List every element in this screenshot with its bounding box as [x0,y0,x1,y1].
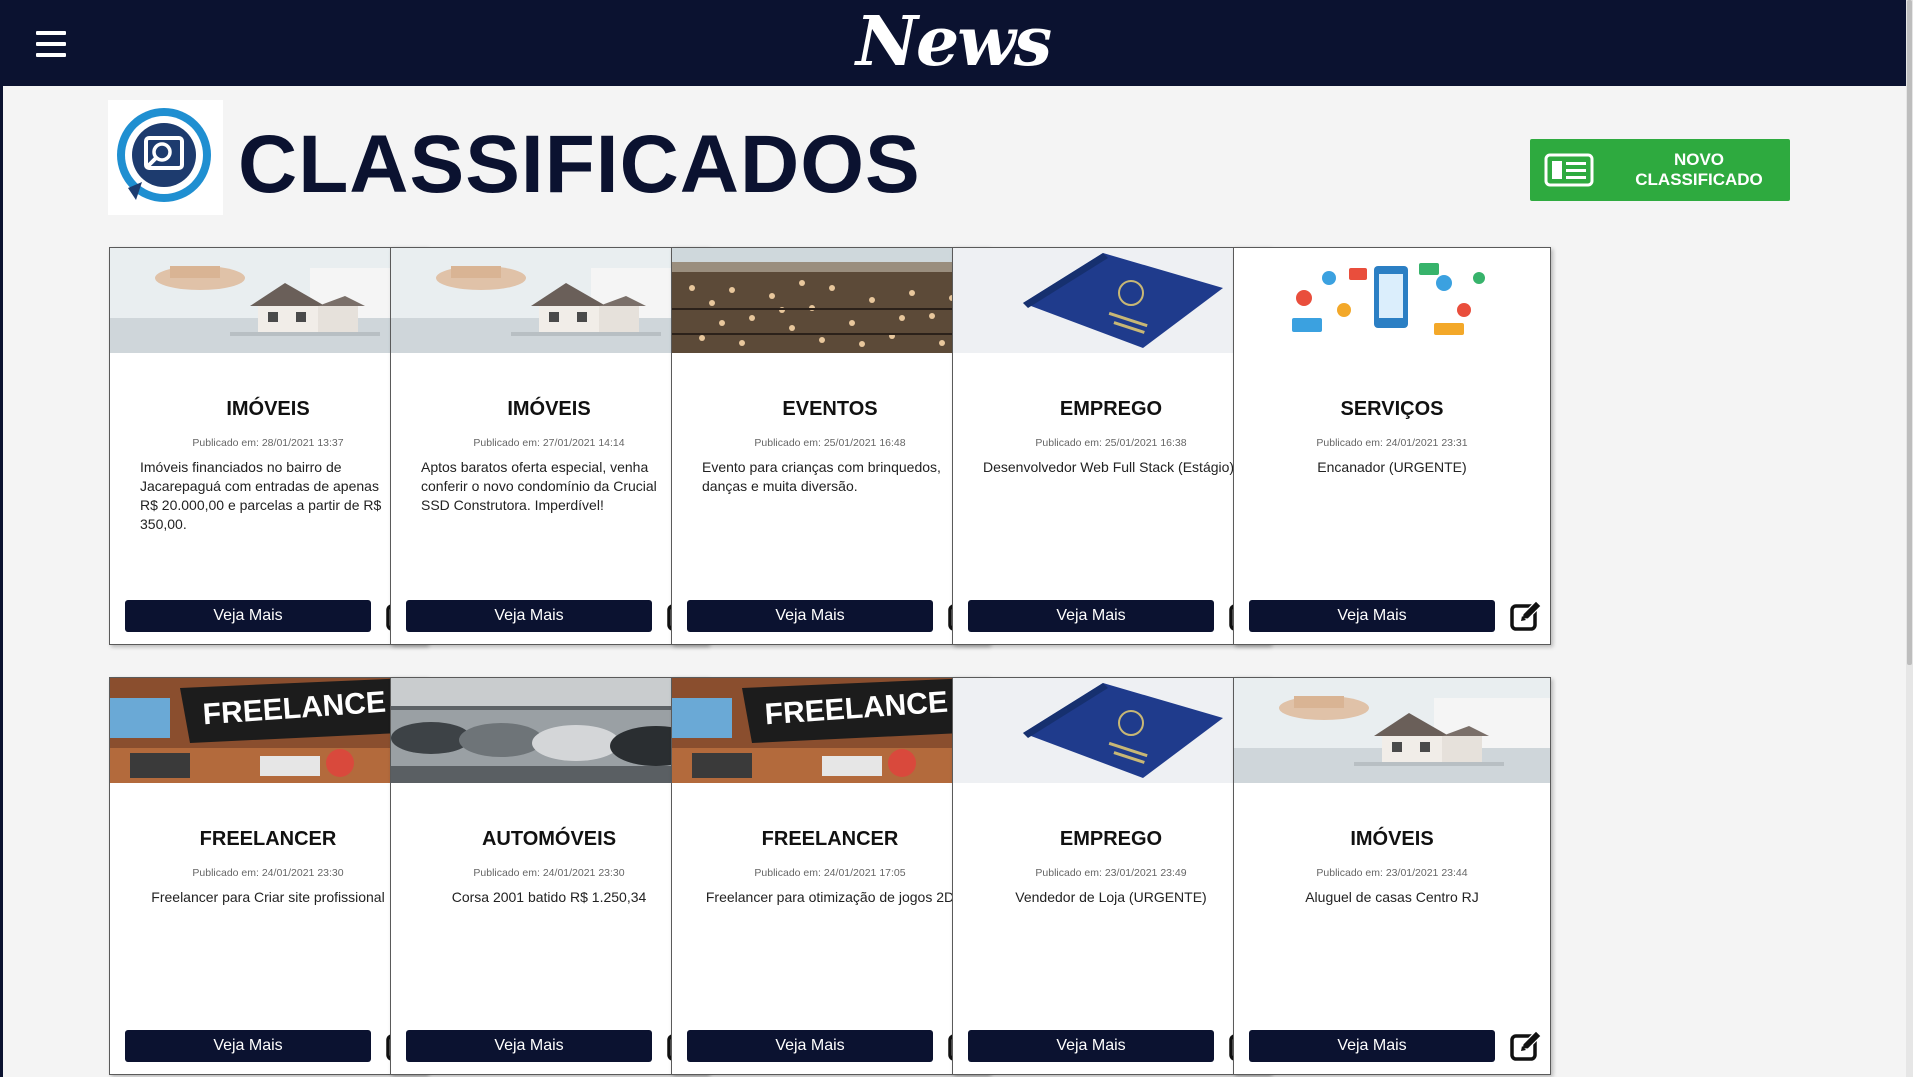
card-category: IMÓVEIS [507,398,591,420]
top-navbar: News [0,0,1906,86]
card-description: Aluguel de casas Centro RJ [1305,889,1479,905]
veja-mais-button[interactable]: Veja Mais [687,1030,933,1062]
card-description: Vendedor de Loja (URGENTE) [1015,889,1207,905]
card-category: IMÓVEIS [1350,828,1434,850]
card-date: Publicado em: 24/01/2021 23:30 [473,867,625,879]
veja-mais-button[interactable]: Veja Mais [968,600,1214,632]
classified-card[interactable]: FREELANCER Publicado em: 24/01/2021 23:30… [109,677,427,1075]
card-category: IMÓVEIS [226,398,310,420]
veja-mais-button[interactable]: Veja Mais [687,600,933,632]
card-description: Aptos baratos oferta especial, venha con… [421,459,657,513]
card-category: EMPREGO [1059,828,1163,850]
freelance-image [672,678,988,783]
card-description: Imóveis financiados no bairro de Jacarep… [140,459,382,532]
veja-mais-button[interactable]: Veja Mais [406,1030,652,1062]
card-date: Publicado em: 23/01/2021 23:49 [1035,867,1187,879]
card-category: EVENTOS [782,398,878,420]
classified-card[interactable]: EMPREGO Publicado em: 23/01/2021 23:49 Ven… [952,677,1270,1075]
page-title: CLASSIFICADOS [238,119,921,210]
freelance-image [110,678,426,783]
services-icons-image [1234,248,1550,353]
card-description: Desenvolvedor Web Full Stack (Estágio). [983,459,1238,475]
newspaper-icon [1544,152,1594,188]
house-image [1234,678,1550,783]
edit-icon[interactable] [1509,598,1543,632]
veja-mais-button[interactable]: Veja Mais [1249,1030,1495,1062]
classifieds-search-icon [108,100,223,215]
veja-mais-button[interactable]: Veja Mais [968,1030,1214,1062]
classified-card[interactable]: EVENTOS Publicado em: 25/01/2021 16:48 Eve… [671,247,989,645]
scrollbar-thumb[interactable] [1907,0,1912,665]
crowd-image [672,248,988,353]
card-category: EMPREGO [1059,398,1163,420]
card-category: SERVIÇOS [1340,398,1444,420]
veja-mais-button[interactable]: Veja Mais [125,1030,371,1062]
house-image [110,248,426,353]
edit-icon[interactable] [1509,1028,1543,1062]
classified-card[interactable]: IMÓVEIS Publicado em: 23/01/2021 23:44 Alu… [1233,677,1551,1075]
classified-card[interactable]: IMÓVEIS Publicado em: 28/01/2021 13:37 Imó… [109,247,427,645]
card-date: Publicado em: 23/01/2021 23:44 [1316,867,1468,879]
card-date: Publicado em: 25/01/2021 16:38 [1035,437,1187,449]
card-date: Publicado em: 28/01/2021 13:37 [192,437,344,449]
card-category: FREELANCER [199,828,337,850]
house-image [391,248,707,353]
left-border [0,86,3,1077]
new-classified-button[interactable]: NOVO CLASSIFICADO [1530,139,1790,201]
classified-card[interactable]: FREELANCER Publicado em: 24/01/2021 17:05… [671,677,989,1075]
card-description: Encanador (URGENTE) [1317,459,1467,475]
classified-card[interactable]: IMÓVEIS Publicado em: 27/01/2021 14:14 Apt… [390,247,708,645]
card-date: Publicado em: 25/01/2021 16:48 [754,437,906,449]
veja-mais-button[interactable]: Veja Mais [1249,600,1495,632]
card-description: Corsa 2001 batido R$ 1.250,34 [451,889,647,905]
news-logo[interactable]: News [0,2,1906,82]
work-card-image [953,248,1269,353]
card-date: Publicado em: 24/01/2021 17:05 [754,867,906,879]
card-category: FREELANCER [761,828,899,850]
cars-image [391,678,707,783]
card-date: Publicado em: 27/01/2021 14:14 [473,437,625,449]
card-date: Publicado em: 24/01/2021 23:30 [192,867,344,879]
work-card-image [953,678,1269,783]
card-description: Evento para crianças com brinquedos, dan… [702,459,941,494]
card-description: Freelancer para Criar site profissional [151,889,385,905]
classified-card[interactable]: AUTOMÓVEIS Publicado em: 24/01/2021 23:30… [390,677,708,1075]
classified-card[interactable]: SERVIÇOS Publicado em: 24/01/2021 23:31 En… [1233,247,1551,645]
classified-card[interactable]: EMPREGO Publicado em: 25/01/2021 16:38 Des… [952,247,1270,645]
veja-mais-button[interactable]: Veja Mais [125,600,371,632]
veja-mais-button[interactable]: Veja Mais [406,600,652,632]
card-category: AUTOMÓVEIS [481,828,617,850]
new-classified-label: NOVO CLASSIFICADO [1635,150,1763,189]
card-date: Publicado em: 24/01/2021 23:31 [1316,437,1468,449]
card-description: Freelancer para otimização de jogos 2D [705,889,955,905]
